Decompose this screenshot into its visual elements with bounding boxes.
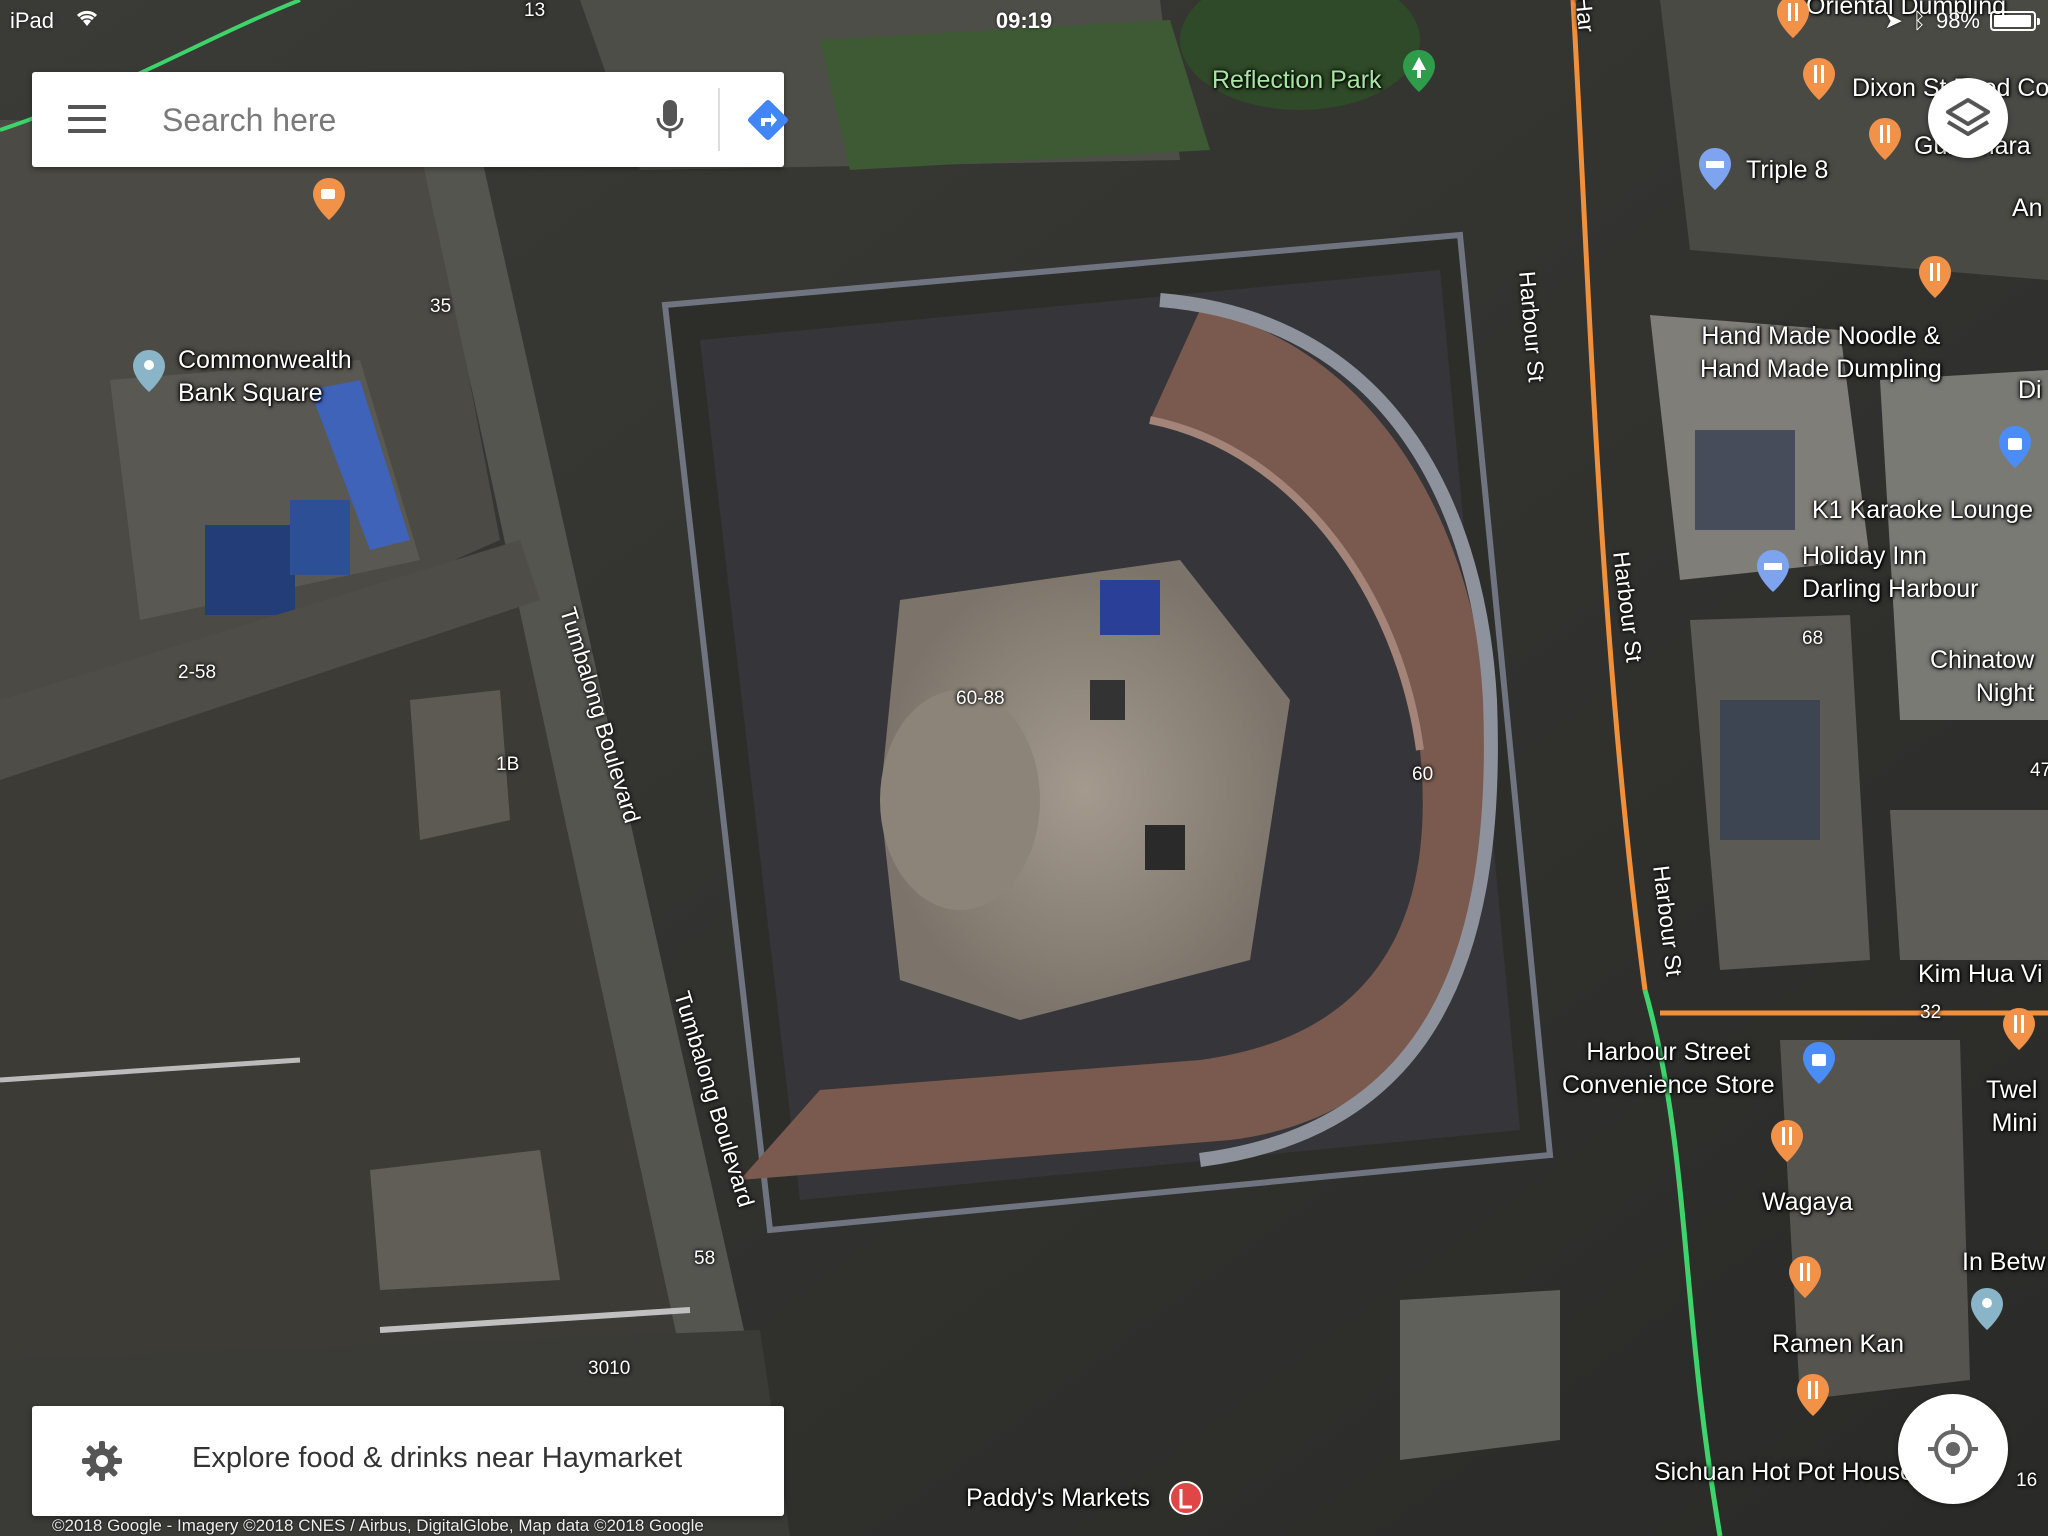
number-label: 58 xyxy=(694,1248,716,1269)
restaurant-pin-icon[interactable] xyxy=(2000,1006,2038,1052)
place-chinatown-night[interactable]: Chinatow Night xyxy=(1930,644,2034,710)
directions-icon[interactable] xyxy=(744,96,792,144)
place-di[interactable]: Di xyxy=(2018,374,2042,407)
place-ramen-kan[interactable]: Ramen Kan xyxy=(1772,1328,1904,1361)
place-holiday-inn[interactable]: Holiday Inn Darling Harbour xyxy=(1802,540,1978,606)
place-reflection-park[interactable]: Reflection Park xyxy=(1212,64,1382,97)
cafe-pin-icon[interactable] xyxy=(310,176,348,222)
hotel-pin-icon[interactable] xyxy=(1696,146,1734,192)
explore-nearby-button[interactable]: Explore food & drinks near Haymarket xyxy=(32,1406,784,1516)
number-label: 2-58 xyxy=(178,662,217,683)
battery-icon xyxy=(1990,11,2040,31)
place-k1-karaoke-lounge[interactable]: K1 Karaoke Lounge xyxy=(1812,494,2033,527)
search-input[interactable] xyxy=(160,92,624,149)
my-location-icon xyxy=(1928,1424,1978,1474)
number-label: 3010 xyxy=(588,1358,631,1379)
restaurant-pin-icon[interactable] xyxy=(1794,1372,1832,1418)
restaurant-pin-icon[interactable] xyxy=(1866,116,1904,162)
number-label: 1B xyxy=(496,754,520,775)
train-station-icon[interactable] xyxy=(1168,1480,1204,1516)
place-in-betw[interactable]: In Betw xyxy=(1962,1246,2045,1279)
map-copyright: ©2018 Google - Imagery ©2018 CNES / Airb… xyxy=(52,1516,704,1535)
number-label: 60 xyxy=(1412,764,1434,785)
hamburger-menu-icon[interactable] xyxy=(68,105,106,135)
layers-button[interactable] xyxy=(1928,78,2008,158)
place-hand-made-noodle[interactable]: Hand Made Noodle & Hand Made Dumpling xyxy=(1700,320,1942,386)
place-wagaya[interactable]: Wagaya xyxy=(1762,1186,1853,1219)
status-time: 09:19 xyxy=(995,8,1053,33)
place-twelve-mini[interactable]: Twel Mini xyxy=(1986,1074,2037,1140)
my-location-button[interactable] xyxy=(1898,1394,2008,1504)
shopping-pin-icon[interactable] xyxy=(1800,1040,1838,1086)
place-kim-hua-vi[interactable]: Kim Hua Vi xyxy=(1918,958,2043,991)
park-pin-icon[interactable] xyxy=(1400,48,1438,94)
bluetooth-icon: ᛒ xyxy=(1912,8,1926,33)
restaurant-pin-icon[interactable] xyxy=(1768,1118,1806,1164)
place-pin-icon[interactable] xyxy=(130,348,168,394)
microphone-icon[interactable] xyxy=(650,96,690,144)
satellite-map[interactable] xyxy=(0,0,2048,1536)
restaurant-pin-icon[interactable] xyxy=(1800,56,1838,102)
location-arrow-icon: ➤ xyxy=(1884,8,1903,33)
number-label: 47 xyxy=(2030,760,2048,781)
place-triple-8[interactable]: Triple 8 xyxy=(1746,154,1828,187)
number-label: 35 xyxy=(430,296,452,317)
status-bar: iPad 09:19 ➤ ᛒ 98% xyxy=(0,0,2048,40)
number-label: 60-88 xyxy=(956,688,1005,709)
place-an[interactable]: An xyxy=(2012,192,2043,225)
place-harbour-street-convenience[interactable]: Harbour Street Convenience Store xyxy=(1562,1036,1775,1102)
explore-label: Explore food & drinks near Haymarket xyxy=(192,1442,682,1474)
place-paddys-markets[interactable]: Paddy's Markets xyxy=(966,1482,1150,1515)
place-commonwealth-bank-square[interactable]: Commonwealth Bank Square xyxy=(178,344,352,410)
restaurant-pin-icon[interactable] xyxy=(1916,254,1954,300)
place-sichuan-hot-pot-house[interactable]: Sichuan Hot Pot House xyxy=(1654,1456,1914,1489)
layers-icon xyxy=(1946,98,1990,136)
search-bar xyxy=(32,72,788,167)
restaurant-pin-icon[interactable] xyxy=(1786,1254,1824,1300)
gear-icon xyxy=(82,1441,122,1481)
shopping-pin-icon[interactable] xyxy=(1996,424,2034,470)
number-label: 16 xyxy=(2016,1470,2038,1491)
hotel-pin-icon[interactable] xyxy=(1754,548,1792,594)
battery-percent: 98% xyxy=(1935,8,1980,33)
place-pin-icon[interactable] xyxy=(1968,1286,2006,1332)
number-label: 68 xyxy=(1802,628,1824,649)
search-divider xyxy=(718,88,720,151)
number-label: 32 xyxy=(1920,1002,1942,1023)
